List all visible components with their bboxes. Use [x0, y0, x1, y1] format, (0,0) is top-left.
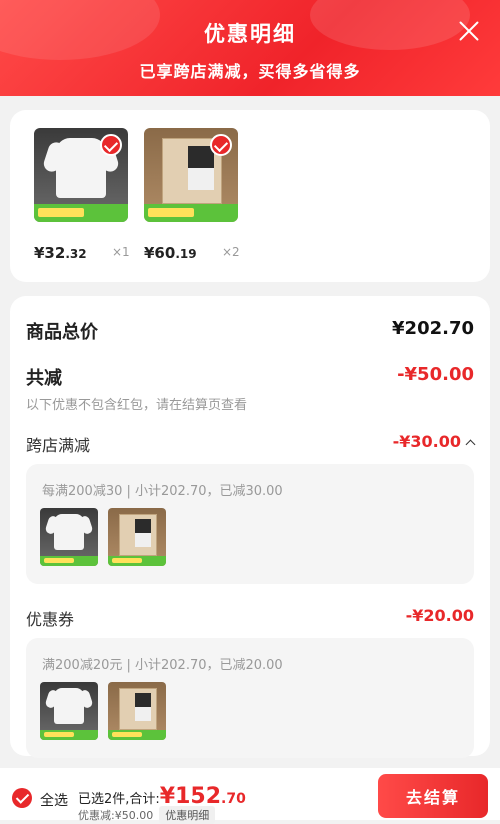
coupon-desc: 满200减20元 | 小计202.70，已减20.00	[42, 658, 283, 673]
discount-summary-card: 商品总价 ¥202.70 共减 -¥50.00 以下优惠不包含红包，请在结算页查…	[10, 296, 490, 758]
total-reduce-label: 共减	[26, 368, 62, 389]
total-price-label: 商品总价	[26, 322, 98, 343]
product-thumbnail-mini	[108, 682, 166, 740]
price-decimal: .32	[65, 247, 87, 261]
select-all-checkbox[interactable]	[12, 788, 32, 808]
total-reduce-row: 共减 -¥50.00	[26, 364, 474, 390]
cross-store-desc: 每满200减30 | 小计202.70，已减30.00	[42, 484, 283, 499]
product-thumbnail-mini	[40, 682, 98, 740]
discount-detail-header: 优惠明细 已享跨店满减，买得多省得多	[0, 0, 500, 96]
price-decimal: .19	[175, 247, 197, 261]
product-thumbnail[interactable]	[144, 128, 238, 222]
discount-amount-text: 优惠减:¥50.00	[78, 809, 154, 822]
promo-strip	[34, 204, 128, 222]
checkout-bar: 全选 已选2件,合计:¥152.70 优惠减:¥50.00 优惠明细 去结算	[0, 768, 500, 824]
chevron-up-icon[interactable]	[465, 439, 476, 450]
discount-detail-button[interactable]: 优惠明细	[159, 806, 216, 824]
product-price: ¥32.32 ×1	[34, 244, 144, 262]
product-item[interactable]: ¥60.19 ×2	[144, 128, 240, 262]
close-icon[interactable]	[458, 20, 480, 42]
checkout-button[interactable]: 去结算	[378, 774, 488, 818]
checked-icon[interactable]	[100, 134, 122, 156]
total-price-row: 商品总价 ¥202.70	[26, 318, 474, 344]
selected-products-card: ¥32.32 ×1 ¥60.19 ×2	[10, 110, 490, 282]
page-title: 优惠明细	[204, 22, 296, 46]
discount-summary: 优惠减:¥50.00 优惠明细	[78, 806, 216, 824]
promo-strip	[144, 204, 238, 222]
cross-store-amount: -¥30.00	[392, 432, 461, 451]
select-all-label[interactable]: 全选	[40, 790, 68, 810]
coupon-label: 优惠券	[26, 610, 75, 629]
cross-store-value[interactable]: -¥30.00	[392, 432, 476, 451]
selected-count-text: 已选2件,合计:	[78, 792, 160, 807]
page-subtitle: 已享跨店满减，买得多省得多	[139, 62, 361, 81]
cross-store-detail-box: 每满200减30 | 小计202.70，已减30.00	[26, 464, 474, 584]
price-integer: ¥60	[144, 244, 176, 262]
product-quantity: ×1	[112, 245, 130, 259]
discount-note: 以下优惠不包含红包，请在结算页查看	[26, 398, 248, 413]
checked-icon[interactable]	[210, 134, 232, 156]
product-thumbnail-mini	[108, 508, 166, 566]
product-thumbnail-mini	[40, 508, 98, 566]
cross-store-row[interactable]: 跨店满减 -¥30.00	[26, 432, 476, 456]
product-price: ¥60.19 ×2	[144, 244, 254, 262]
total-price-value: ¥202.70	[392, 318, 474, 339]
coupon-value[interactable]: -¥20.00	[406, 606, 474, 625]
product-thumbnail[interactable]	[34, 128, 128, 222]
product-quantity: ×2	[222, 245, 240, 259]
coupon-row[interactable]: 优惠券 -¥20.00	[26, 606, 474, 630]
product-item[interactable]: ¥32.32 ×1	[34, 128, 130, 262]
total-reduce-value: -¥50.00	[397, 364, 474, 385]
coupon-detail-box: 满200减20元 | 小计202.70，已减20.00	[26, 638, 474, 758]
cross-store-label: 跨店满减	[26, 436, 91, 455]
total-amount-decimal: .70	[221, 791, 246, 807]
price-integer: ¥32	[34, 244, 66, 262]
